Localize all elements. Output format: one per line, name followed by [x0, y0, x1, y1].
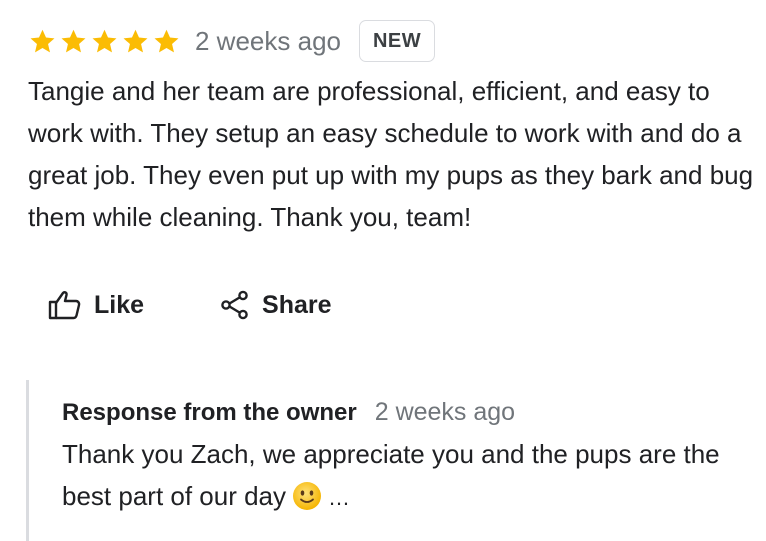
like-label: Like [94, 290, 145, 319]
owner-response-header: Response from the owner 2 weeks ago [62, 398, 515, 427]
owner-response-body: Thank you Zach, we appreciate you and th… [62, 433, 742, 519]
review-date: 2 weeks ago [195, 25, 341, 56]
star-icon [30, 29, 55, 52]
review-meta: 2 weeks ago NEW [28, 20, 436, 62]
star-icon [61, 29, 86, 52]
share-label: Share [262, 290, 332, 319]
owner-response-text: Thank you Zach, we appreciate you and th… [62, 439, 720, 511]
new-badge: NEW [358, 20, 436, 62]
star-icon [123, 29, 148, 52]
thumbs-up-icon [48, 291, 81, 320]
share-button[interactable]: Share [220, 290, 332, 320]
read-more-ellipsis[interactable]: … [328, 485, 350, 510]
owner-response-title: Response from the owner [62, 399, 357, 426]
star-rating [28, 27, 181, 56]
share-icon [221, 290, 248, 320]
like-button[interactable]: Like [48, 290, 144, 320]
star-icon [154, 29, 179, 52]
review-text: Tangie and her team are professional, ef… [28, 76, 754, 232]
owner-response: Response from the owner 2 weeks ago Than… [26, 380, 749, 541]
owner-response-date: 2 weeks ago [374, 398, 516, 426]
smiling-face-emoji-icon [293, 482, 322, 510]
star-icon [92, 29, 117, 52]
review-actions: Like Share [48, 290, 332, 320]
